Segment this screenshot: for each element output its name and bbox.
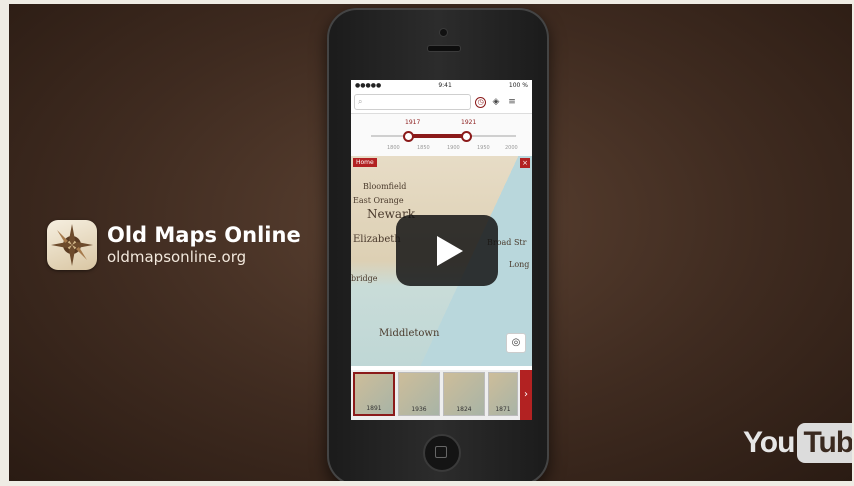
search-icon: ⌕ — [358, 97, 363, 106]
tick-label: 1900 — [447, 145, 460, 151]
tag-icon[interactable]: ◈ — [490, 96, 502, 108]
slider-end-handle[interactable] — [461, 131, 472, 142]
map-label-middletown: Middletown — [379, 328, 440, 339]
map-label-bridge: bridge — [351, 274, 378, 283]
camera-icon — [439, 28, 448, 37]
map-label-east-orange: East Orange — [353, 196, 404, 205]
map-thumbnail[interactable]: 1891 — [353, 372, 395, 416]
tick-label: 1800 — [387, 145, 400, 151]
home-button[interactable]: Home — [353, 158, 377, 167]
thumbnail-year: 1936 — [411, 406, 427, 413]
chevron-right-icon[interactable]: › — [520, 370, 532, 420]
list-icon[interactable]: ≡ — [506, 96, 518, 108]
play-icon — [437, 235, 463, 266]
app-logo-icon — [47, 220, 97, 270]
speaker-grille — [427, 45, 461, 52]
close-overlay-button[interactable]: × — [520, 158, 530, 168]
range-end-year: 1921 — [461, 119, 477, 126]
tick-label: 2000 — [505, 145, 518, 151]
youtube-logo-you: You — [743, 426, 795, 459]
map-thumbnail[interactable]: 1871 — [488, 372, 518, 416]
year-range-slider[interactable]: 1917 1921 1800 1850 1900 1950 2000 — [351, 114, 532, 157]
map-thumbnail[interactable]: 1936 — [398, 372, 440, 416]
brand-url: oldmapsonline.org — [107, 248, 247, 266]
tick-label: 1850 — [417, 145, 430, 151]
slider-range-fill — [407, 134, 467, 138]
search-box[interactable]: ⌕ — [354, 94, 471, 116]
thumbnail-year: 1871 — [495, 406, 511, 413]
carrier-signal: ●●●●● — [355, 82, 382, 89]
status-time: 9:41 — [438, 82, 452, 89]
slider-start-handle[interactable] — [403, 131, 414, 142]
map-thumbnail-strip: 1891 1936 1824 1871 › — [351, 370, 532, 420]
map-label-elizabeth: Elizabeth — [353, 234, 401, 245]
tick-label: 1950 — [477, 145, 490, 151]
map-thumbnail[interactable]: 1824 — [443, 372, 485, 416]
clock-icon[interactable]: ◷ — [475, 96, 486, 108]
battery-level: 100 % — [508, 82, 528, 89]
locate-me-icon[interactable]: ◎ — [506, 333, 526, 353]
youtube-logo-tube: Tube — [797, 423, 852, 463]
brand-name: Old Maps Online — [107, 223, 301, 247]
range-start-year: 1917 — [405, 119, 421, 126]
map-label-long: Long — [509, 260, 530, 269]
map-label-bloomfield: Bloomfield — [363, 182, 407, 191]
phone-home-button — [423, 434, 461, 472]
brand-block: Old Maps Online oldmapsonline.org — [47, 220, 301, 270]
play-button[interactable] — [396, 215, 498, 286]
status-bar: ●●●●● 9:41 100 % — [351, 80, 532, 91]
thumbnail-year: 1824 — [456, 406, 472, 413]
thumbnail-year: 1891 — [366, 405, 382, 412]
video-player[interactable]: Old Maps Online oldmapsonline.org ●●●●● … — [9, 4, 852, 481]
youtube-logo[interactable]: You Tube — [743, 423, 852, 463]
app-toolbar: ⌕ ◷ ◈ ≡ — [351, 91, 532, 116]
